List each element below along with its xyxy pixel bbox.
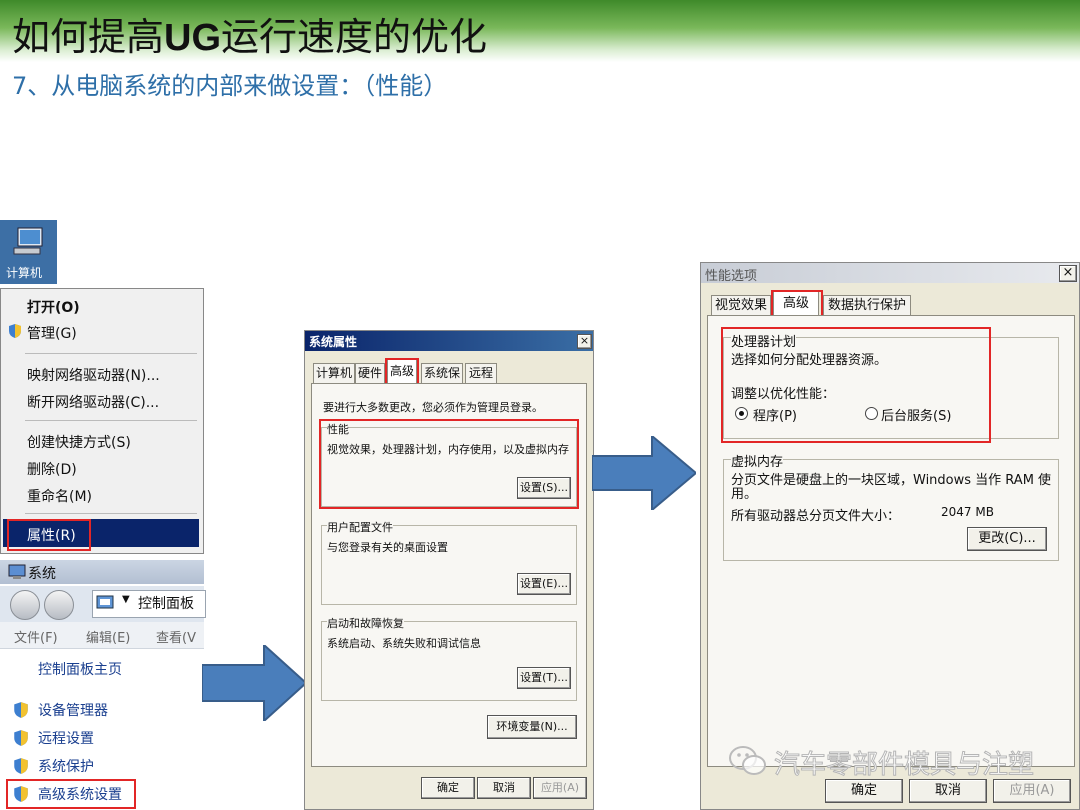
performance-options-dialog: 性能选项 × 视觉效果 高级 数据执行保护 处理器计划 选择如何分配处理器资源。… xyxy=(700,262,1080,810)
menu-divider xyxy=(25,513,197,514)
watermark-text: 汽车零部件模具与注塑 xyxy=(773,750,1035,781)
performance-settings-button[interactable]: 设置(S)... xyxy=(517,477,571,499)
shield-icon xyxy=(9,324,21,338)
menu-item-disconnect-drive[interactable]: 断开网络驱动器(C)... xyxy=(27,392,159,412)
menu-divider xyxy=(25,420,197,421)
menu-item-open[interactable]: 打开(O) xyxy=(27,297,80,317)
menu-item-delete[interactable]: 删除(D) xyxy=(27,459,77,479)
startup-desc: 系统启动、系统失败和调试信息 xyxy=(327,637,481,650)
menu-item-rename[interactable]: 重命名(M) xyxy=(27,486,92,506)
menu-divider xyxy=(25,353,197,354)
radio-services[interactable] xyxy=(865,407,878,420)
ok-button[interactable]: 确定 xyxy=(421,777,475,799)
radio-services-label[interactable]: 后台服务(S) xyxy=(881,405,951,424)
shield-icon xyxy=(14,730,28,746)
tab-remote[interactable]: 远程 xyxy=(465,363,497,383)
computer-desktop-icon[interactable]: 计算机 xyxy=(0,220,57,284)
computer-label: 计算机 xyxy=(6,266,43,280)
profile-desc: 与您登录有关的桌面设置 xyxy=(327,541,448,554)
close-button[interactable]: × xyxy=(577,334,592,349)
shield-icon xyxy=(14,758,28,774)
performance-title: 性能 xyxy=(327,421,349,437)
dialog-title: 系统属性 xyxy=(309,335,358,349)
cancel-button[interactable]: 取消 xyxy=(909,779,987,803)
radio-dot xyxy=(739,411,744,416)
arrow-right-icon xyxy=(202,645,306,721)
link-device-manager[interactable]: 设备管理器 xyxy=(38,700,108,720)
menu-edit[interactable]: 编辑(E) xyxy=(86,627,130,646)
control-panel-icon xyxy=(96,595,114,609)
link-advanced-system-settings[interactable]: 高级系统设置 xyxy=(38,784,122,804)
dialog-titlebar xyxy=(701,263,1079,283)
cancel-button[interactable]: 取消 xyxy=(477,777,531,799)
profile-title: 用户配置文件 xyxy=(327,519,393,535)
shield-icon xyxy=(14,702,28,718)
tab-dep[interactable]: 数据执行保护 xyxy=(823,295,911,316)
ok-button[interactable]: 确定 xyxy=(825,779,903,803)
close-button[interactable]: × xyxy=(1059,265,1077,282)
cpu-desc: 选择如何分配处理器资源。 xyxy=(731,353,888,368)
startup-recovery-group xyxy=(321,621,577,701)
tab-hardware[interactable]: 硬件 xyxy=(355,363,385,383)
advanced-tab-red-box xyxy=(385,358,419,386)
menu-item-manage[interactable]: 管理(G) xyxy=(27,323,77,343)
admin-note: 要进行大多数更改，您必须作为管理员登录。 xyxy=(323,401,543,414)
wechat-icon xyxy=(729,746,766,775)
menu-file[interactable]: 文件(F) xyxy=(14,627,58,646)
shield-icon xyxy=(14,786,28,802)
apply-button[interactable]: 应用(A) xyxy=(533,777,587,799)
startup-title: 启动和故障恢复 xyxy=(327,615,404,631)
context-menu: 打开(O) 管理(G) 映射网络驱动器(N)... 断开网络驱动器(C)... … xyxy=(0,288,204,554)
vm-desc-line2: 用。 xyxy=(731,487,758,502)
menu-item-create-shortcut[interactable]: 创建快捷方式(S) xyxy=(27,432,131,452)
apply-button[interactable]: 应用(A) xyxy=(993,779,1071,803)
page-title: 如何提高UG运行速度的优化 xyxy=(12,15,488,59)
page-subtitle: 7、从电脑系统的内部来做设置：（性能） xyxy=(12,72,448,100)
address-text: 控制面板 xyxy=(138,596,194,612)
vm-desc-line1: 分页文件是硬盘上的一块区域，Windows 当作 RAM 使 xyxy=(731,473,1052,488)
menu-view[interactable]: 查看(V xyxy=(156,627,196,646)
forward-button[interactable] xyxy=(44,590,74,620)
system-properties-dialog: 系统属性 × 计算机名 硬件 高级 系统保护 远程 要进行大多数更改，您必须作为… xyxy=(304,330,594,810)
chevron-down-icon: ▼ xyxy=(122,594,130,605)
menu-item-properties[interactable]: 属性(R) xyxy=(27,525,76,545)
control-panel-home-link[interactable]: 控制面板主页 xyxy=(38,659,122,679)
computer-icon xyxy=(13,227,43,255)
vm-total-value: 2047 MB xyxy=(941,505,994,519)
link-remote-settings[interactable]: 远程设置 xyxy=(38,728,94,748)
radio-programs-label[interactable]: 程序(P) xyxy=(753,405,797,424)
arrow-right-icon xyxy=(592,436,696,510)
menu-item-map-drive[interactable]: 映射网络驱动器(N)... xyxy=(27,365,160,385)
vm-title: 虚拟内存 xyxy=(731,451,784,470)
back-button[interactable] xyxy=(10,590,40,620)
vm-total-label: 所有驱动器总分页文件大小： xyxy=(731,509,901,524)
cpu-title: 处理器计划 xyxy=(731,331,797,350)
link-system-protection[interactable]: 系统保护 xyxy=(38,756,94,776)
profile-settings-button[interactable]: 设置(E)... xyxy=(517,573,571,595)
system-window-title: 系统 xyxy=(28,566,56,582)
optimize-label: 调整以优化性能： xyxy=(731,387,836,402)
startup-settings-button[interactable]: 设置(T)... xyxy=(517,667,571,689)
tab-computer-name[interactable]: 计算机名 xyxy=(313,363,355,398)
system-window: 系统 ▼ 控制面板 文件(F) 编辑(E) 查看(V 控制面板主页 设备管理器 … xyxy=(0,560,206,810)
change-button[interactable]: 更改(C)... xyxy=(967,527,1047,551)
radio-programs[interactable] xyxy=(735,407,748,420)
tab-visual-effects[interactable]: 视觉效果 xyxy=(711,295,771,316)
tab-system-protection[interactable]: 系统保护 xyxy=(421,363,463,398)
environment-variables-button[interactable]: 环境变量(N)... xyxy=(487,715,577,739)
dialog-title: 性能选项 xyxy=(705,269,758,284)
performance-desc: 视觉效果，处理器计划，内存使用，以及虚拟内存 xyxy=(327,443,569,456)
system-icon xyxy=(8,564,26,579)
